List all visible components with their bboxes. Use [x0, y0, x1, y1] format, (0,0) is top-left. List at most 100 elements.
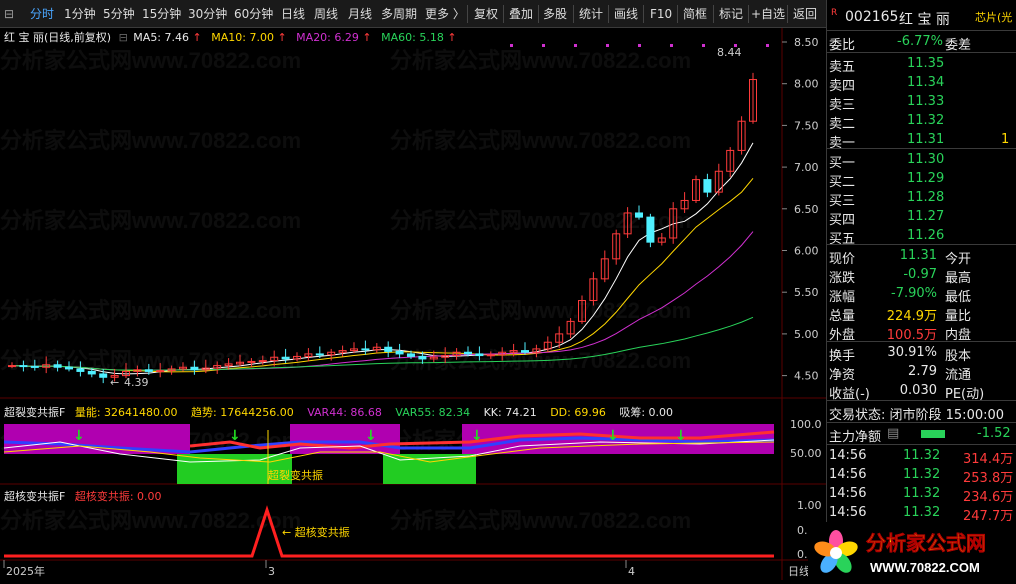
candle-body [19, 365, 28, 368]
ask-row[interactable]: 卖三 11.33 [827, 93, 1016, 113]
bid-row[interactable]: 买四 11.27 [827, 208, 1016, 228]
candle-body [87, 370, 96, 375]
down-arrow-icon: ↓ [471, 428, 483, 444]
low-price-label: 4.39 [124, 376, 149, 389]
candle-body [646, 216, 655, 243]
sub1-xichou: 吸筹: 0.00 [619, 406, 674, 419]
watermark-text: 分析家公式网www.70822.com [0, 208, 301, 233]
signal-dot [542, 44, 545, 47]
button-jiankuang[interactable]: 简框 [683, 0, 707, 28]
sector-tag[interactable]: 芯片(光 [975, 9, 1012, 25]
watermark-text: 分析家公式网www.70822.com [390, 208, 691, 233]
logo-graphic: 分析家公式网 WWW.70822.COM [814, 530, 986, 575]
high-price-label: 8.44 [717, 46, 742, 59]
sub2-name: 超核变共振F [4, 490, 66, 503]
stat2-row: 收益(-) 0.030 PE(动) [829, 383, 985, 402]
ask-row[interactable]: 卖二 11.32 [827, 112, 1016, 132]
signal-dot [574, 44, 577, 47]
watermark-text: 分析家公式网www.70822.com [0, 348, 301, 373]
button-back[interactable]: 返回 [793, 0, 817, 28]
bid-row[interactable]: 买二 11.29 [827, 170, 1016, 190]
main-flow-row: 主力净额 ▤ -1.52 [829, 426, 1011, 445]
stat-row: 涨幅 -7.90% 最低 [829, 286, 972, 305]
y-tick-label: 7.50 [794, 119, 819, 132]
tick-row: 14:56 11.32 247.7万 [829, 505, 1014, 524]
candle-body [99, 373, 108, 378]
tick-row: 14:56 11.32 253.8万 [829, 467, 1014, 486]
button-tongji[interactable]: 统计 [579, 0, 603, 28]
signal-dot [510, 44, 513, 47]
candle-body [384, 346, 393, 352]
button-huaxian[interactable]: 画线 [614, 0, 638, 28]
candle-body [418, 355, 427, 360]
tab-5min[interactable]: 5分钟 [103, 0, 135, 28]
down-arrow-icon: ↓ [229, 428, 241, 444]
watermark-text: 分析家公式网www.70822.com [390, 298, 691, 323]
main-chart-legend: 红 宝 丽(日线,前复权) ⊟ MA5: 7.46 ↑ MA10: 7.00 ↑… [4, 31, 457, 44]
sub1-var44: VAR44: 86.68 [307, 406, 382, 419]
ask-row[interactable]: 卖五 11.35 [827, 55, 1016, 75]
toolbar-menu-icon[interactable]: ⊟ [4, 0, 14, 28]
tab-monthly[interactable]: 月线 [348, 0, 372, 28]
button-duogu[interactable]: 多股 [543, 0, 567, 28]
ma10-value: MA10: 7.00 [211, 31, 274, 44]
tab-daily[interactable]: 日线 [281, 0, 305, 28]
candle-body [315, 353, 324, 356]
bid-row[interactable]: 买三 11.28 [827, 189, 1016, 209]
tab-multi-period[interactable]: 多周期 [381, 0, 417, 28]
button-biaoji[interactable]: 标记 [719, 0, 743, 28]
button-add-watchlist[interactable]: +自选 [751, 0, 785, 28]
sub1-legend: 超裂变共振F 量能: 32641480.00 趋势: 17644256.00 V… [4, 404, 673, 420]
candle-body [190, 366, 199, 371]
candle-body [464, 351, 472, 355]
candle-body [258, 360, 267, 363]
x-tick-label: 2025年 [6, 564, 45, 578]
y-tick-label: 5.50 [794, 286, 819, 299]
y-tick-label: 8.50 [794, 36, 819, 49]
tab-fenshi[interactable]: 分时 [30, 0, 54, 28]
down-arrow-icon: ↓ [365, 428, 377, 444]
watermark-text: 分析家公式网www.70822.com [0, 128, 301, 153]
sub2-value: 超核变共振: 0.00 [74, 490, 162, 503]
stat2-row: 净资 2.79 流通 [829, 364, 972, 383]
chart-area[interactable]: 分析家公式网www.70822.com 分析家公式网www.70822.com 分析… [0, 28, 828, 580]
main-flow-bar [921, 430, 945, 438]
tab-15min[interactable]: 15分钟 [142, 0, 181, 28]
tab-60min[interactable]: 60分钟 [234, 0, 273, 28]
weibi-value: -6.77% [897, 34, 943, 49]
bid-row[interactable]: 买一 11.30 [827, 151, 1016, 171]
candle-body [521, 350, 529, 353]
button-fuquan[interactable]: 复权 [474, 0, 498, 28]
y-tick-label: 8.00 [794, 78, 819, 91]
button-diejia[interactable]: 叠加 [509, 0, 533, 28]
ask-row[interactable]: 卖四 11.34 [827, 74, 1016, 94]
tab-1min[interactable]: 1分钟 [64, 0, 96, 28]
candle-body [156, 370, 165, 373]
quote-header: R 002165 红 宝 丽 芯片(光 [827, 8, 1016, 28]
candle-body [361, 348, 370, 351]
ma20-value: MA20: 6.29 [296, 31, 359, 44]
button-f10[interactable]: F10 [650, 0, 672, 28]
stat-row: 总量 224.9万 量比 [829, 309, 972, 324]
candle-body [247, 360, 256, 363]
flower-icon [814, 530, 858, 573]
candle-body [144, 369, 153, 372]
main-flow-icon[interactable]: ▤ [887, 426, 899, 441]
ma5-value: MA5: 7.46 [133, 31, 190, 44]
tab-more[interactable]: 更多 〉 [425, 0, 465, 28]
svg-text:←: ← [110, 376, 119, 389]
y-tick-label: 4.50 [794, 370, 819, 383]
stat2-row: 换手 30.91% 股本 [829, 345, 972, 364]
watermark-text: 分析家公式网www.70822.com [390, 508, 691, 533]
y-tick-label: 6.50 [794, 203, 819, 216]
sub1-y-tick: 100.0 [790, 418, 822, 431]
ma60-value: MA60: 5.18 [381, 31, 444, 44]
weibi-row: 委比 -6.77% 委差 [829, 34, 972, 53]
tab-weekly[interactable]: 周线 [314, 0, 338, 28]
candle-body [475, 353, 484, 357]
stat-row: 外盘 100.5万 内盘 [829, 328, 972, 343]
watermark-text: 分析家公式网www.70822.com [390, 48, 691, 73]
tab-30min[interactable]: 30分钟 [188, 0, 227, 28]
svg-text:WWW.70822.COM: WWW.70822.COM [870, 560, 980, 575]
sub1-dd: DD: 69.96 [550, 406, 606, 419]
